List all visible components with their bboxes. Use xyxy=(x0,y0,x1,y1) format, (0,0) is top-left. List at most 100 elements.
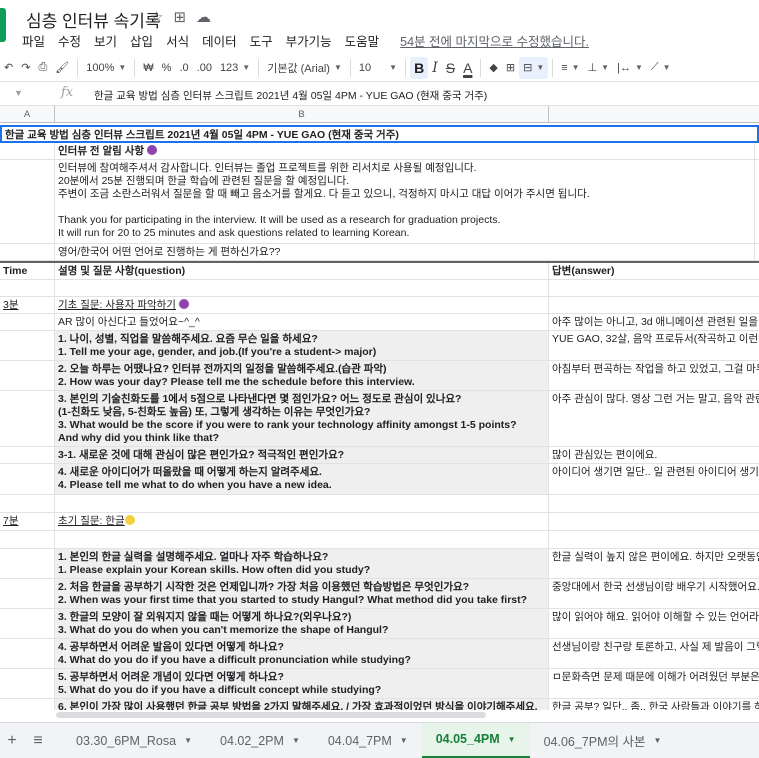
cell[interactable] xyxy=(0,361,55,390)
question-cell[interactable]: 3. 한글의 모양이 잘 외워지지 않을 때는 어떻게 하나요?(외우나요?) 3… xyxy=(55,609,549,638)
star-icon[interactable]: ☆ xyxy=(150,8,163,26)
menu-edit[interactable]: 수정 xyxy=(58,31,81,50)
name-box-caret-icon[interactable]: ▼ xyxy=(14,88,23,98)
section-title[interactable]: 초기 질문: 한글 xyxy=(55,513,549,530)
cloud-status-icon[interactable]: ☁ xyxy=(196,8,211,26)
undo-icon[interactable]: ↶ xyxy=(0,57,17,79)
sheet-tab[interactable]: 04.06_7PM의 사본 ▼ xyxy=(530,723,676,758)
column-header-b[interactable]: B xyxy=(55,106,549,123)
table-row[interactable]: 2. 처음 한글을 공부하기 시작한 것은 언제입니까? 가장 처음 이용했던 … xyxy=(0,579,759,609)
table-row[interactable]: 한글 교육 방법 심층 인터뷰 스크립트 2021년 4월 05일 4PM - … xyxy=(0,125,759,143)
table-header-row[interactable]: Time 설명 및 질문 사항(question) 답변(answer) xyxy=(0,261,759,280)
cell[interactable] xyxy=(0,143,55,159)
font-select[interactable]: 기본값 (Arial) ▼ xyxy=(263,57,346,79)
cell[interactable] xyxy=(549,297,759,313)
menu-tools[interactable]: 도구 xyxy=(250,31,273,50)
increase-decimal-button[interactable]: .00 xyxy=(193,57,216,79)
cell[interactable] xyxy=(0,579,55,608)
menu-help[interactable]: 도움말 xyxy=(345,31,380,50)
formula-input[interactable]: 한글 교육 방법 심층 인터뷰 스크립트 2021년 4월 05일 4PM - … xyxy=(94,88,487,103)
table-row[interactable] xyxy=(0,531,759,549)
cell[interactable] xyxy=(549,495,759,512)
menu-view[interactable]: 보기 xyxy=(94,31,117,50)
table-row[interactable] xyxy=(0,280,759,297)
question-cell[interactable]: 4. 공부하면서 어려운 발음이 있다면 어떻게 하나요? 4. What do … xyxy=(55,639,549,668)
cell[interactable] xyxy=(0,639,55,668)
table-row[interactable] xyxy=(0,495,759,513)
decrease-decimal-button[interactable]: .0 xyxy=(175,57,192,79)
merge-cells-icon[interactable]: ⊟ ▼ xyxy=(519,56,549,79)
document-title[interactable]: 심층 인터뷰 속기록 xyxy=(26,7,161,32)
cell[interactable] xyxy=(0,331,55,360)
header-answer[interactable]: 답변(answer) xyxy=(549,263,759,279)
question-cell[interactable]: 1. 나이, 성별, 직업을 말씀해주세요. 요즘 무슨 일을 하세요? 1. T… xyxy=(55,331,549,360)
cell[interactable] xyxy=(0,447,55,463)
cell[interactable] xyxy=(0,160,55,243)
question-cell[interactable]: 2. 오늘 하루는 어땠나요? 인터뷰 전까지의 일정을 말씀해주세요.(습관 … xyxy=(55,361,549,390)
cell[interactable] xyxy=(0,609,55,638)
answer-cell[interactable]: 한글 공부? 일단.. 좀.. 한국 사람들과 이야기를 하 xyxy=(549,699,759,710)
sheet-tab-active[interactable]: 04.05_4PM ▼ xyxy=(421,722,530,758)
vertical-align-icon[interactable]: ⊥ ▼ xyxy=(584,57,614,79)
menu-data[interactable]: 데이터 xyxy=(202,31,237,50)
menu-file[interactable]: 파일 xyxy=(22,31,45,50)
print-icon[interactable]: ⎙ xyxy=(34,57,51,79)
all-sheets-button[interactable]: ≡ xyxy=(28,732,48,750)
answer-cell[interactable]: 많이 관심있는 편이에요. xyxy=(549,447,759,463)
table-row[interactable]: 1. 나이, 성별, 직업을 말씀해주세요. 요즘 무슨 일을 하세요? 1. T… xyxy=(0,331,759,361)
table-row[interactable]: 인터뷰 전 알림 사항 xyxy=(0,143,759,160)
cell[interactable] xyxy=(55,280,549,296)
cell[interactable] xyxy=(0,495,55,512)
sheet-tab[interactable]: 03.30_6PM_Rosa ▼ xyxy=(62,723,206,758)
question-cell[interactable]: 2. 처음 한글을 공부하기 시작한 것은 언제입니까? 가장 처음 이용했던 … xyxy=(55,579,549,608)
horizontal-scrollbar[interactable] xyxy=(56,712,486,718)
column-header-a[interactable]: A xyxy=(0,106,55,123)
menu-insert[interactable]: 삽입 xyxy=(130,31,153,50)
cell[interactable] xyxy=(0,314,55,330)
answer-cell[interactable]: 아침부터 편곡하는 작업을 하고 있었고, 그걸 마무 xyxy=(549,361,759,390)
last-edit-link[interactable]: 54분 전에 마지막으로 수정했습니다. xyxy=(400,31,589,50)
redo-icon[interactable]: ↷ xyxy=(17,57,34,79)
cell[interactable] xyxy=(55,531,549,548)
paint-format-icon[interactable]: 🖌 xyxy=(51,57,73,79)
table-row[interactable]: 4. 새로운 아이디어가 떠올랐을 때 어떻게 하는지 알려주세요. 4. Ple… xyxy=(0,464,759,495)
answer-cell[interactable]: ㅁ문화측면 문제 때문에 이해가 어려웠던 부분은 xyxy=(549,669,759,698)
menu-addons[interactable]: 부가기능 xyxy=(286,31,332,50)
section-title[interactable]: 기초 질문: 사용자 파악하기 xyxy=(55,297,549,313)
cell-notice-heading[interactable]: 인터뷰 전 알림 사항 xyxy=(55,143,755,159)
text-rotation-icon[interactable]: ⟋ ▼ xyxy=(647,57,675,79)
cell[interactable] xyxy=(0,699,55,710)
question-cell[interactable]: 3-1. 새로운 것에 대해 관심이 많은 편인가요? 적극적인 편인가요? xyxy=(55,447,549,463)
font-size-select[interactable]: 10 ▼ xyxy=(355,57,401,79)
section-time[interactable]: 3분 xyxy=(0,297,55,313)
cell[interactable] xyxy=(0,464,55,494)
table-row[interactable]: 6. 본인이 가장 많이 사용했던 한글 공부 방법을 2가지 말해주세요. /… xyxy=(0,699,759,710)
answer-cell[interactable]: 중앙대에서 한국 선생님이랑 배우기 시작했어요. xyxy=(549,579,759,608)
table-row[interactable]: 3분 기초 질문: 사용자 파악하기 xyxy=(0,297,759,314)
cell[interactable] xyxy=(0,280,55,296)
fill-color-icon[interactable]: ◆ xyxy=(485,57,501,79)
answer-cell[interactable]: 아이디어 생기면 일단.. 일 관련된 아이디어 생기 xyxy=(549,464,759,494)
answer-cell[interactable]: 아주 많이는 아니고, 3d 애니메이션 관련된 일을 xyxy=(549,314,759,330)
bold-button[interactable]: B xyxy=(410,56,429,79)
borders-icon[interactable]: ⊞ xyxy=(502,57,519,79)
move-to-folder-icon[interactable]: ⊞ xyxy=(173,8,186,26)
table-row[interactable]: 인터뷰에 참여해주셔서 감사합니다. 인터뷰는 졸업 프로젝트를 위한 리서치로… xyxy=(0,160,759,244)
question-cell[interactable]: 6. 본인이 가장 많이 사용했던 한글 공부 방법을 2가지 말해주세요. /… xyxy=(55,699,549,710)
table-row[interactable]: 영어/한국어 어떤 언어로 진행하는 게 편하신가요?? xyxy=(0,244,759,261)
table-row[interactable]: 1. 본인의 한글 실력을 설명해주세요. 얼마나 자주 학습하나요? 1. Pl… xyxy=(0,549,759,579)
question-cell[interactable]: 5. 공부하면서 어려운 개념이 있다면 어떻게 하나요? 5. What do … xyxy=(55,669,549,698)
cell[interactable] xyxy=(0,531,55,548)
question-cell[interactable]: AR 많이 아신다고 들었어요~^_^ xyxy=(55,314,549,330)
answer-cell[interactable]: 한글 실력이 높지 않은 편이에요. 하지만 오랫동안 xyxy=(549,549,759,578)
question-cell[interactable]: 4. 새로운 아이디어가 떠올랐을 때 어떻게 하는지 알려주세요. 4. Ple… xyxy=(55,464,549,494)
section-time[interactable]: 7분 xyxy=(0,513,55,530)
cell[interactable] xyxy=(549,280,759,296)
table-row[interactable]: 2. 오늘 하루는 어땠나요? 인터뷰 전까지의 일정을 말씀해주세요.(습관 … xyxy=(0,361,759,391)
horizontal-align-icon[interactable]: ≡ ▼ xyxy=(557,57,583,79)
answer-cell[interactable]: YUE GAO, 32살, 음악 프로듀서(작곡하고 이런 xyxy=(549,331,759,360)
table-row[interactable]: AR 많이 아신다고 들었어요~^_^ 아주 많이는 아니고, 3d 애니메이션… xyxy=(0,314,759,331)
cell-title[interactable]: 한글 교육 방법 심층 인터뷰 스크립트 2021년 4월 05일 4PM - … xyxy=(2,127,759,141)
header-question[interactable]: 설명 및 질문 사항(question) xyxy=(55,263,549,279)
sheet-tab[interactable]: 04.04_7PM ▼ xyxy=(314,723,422,758)
